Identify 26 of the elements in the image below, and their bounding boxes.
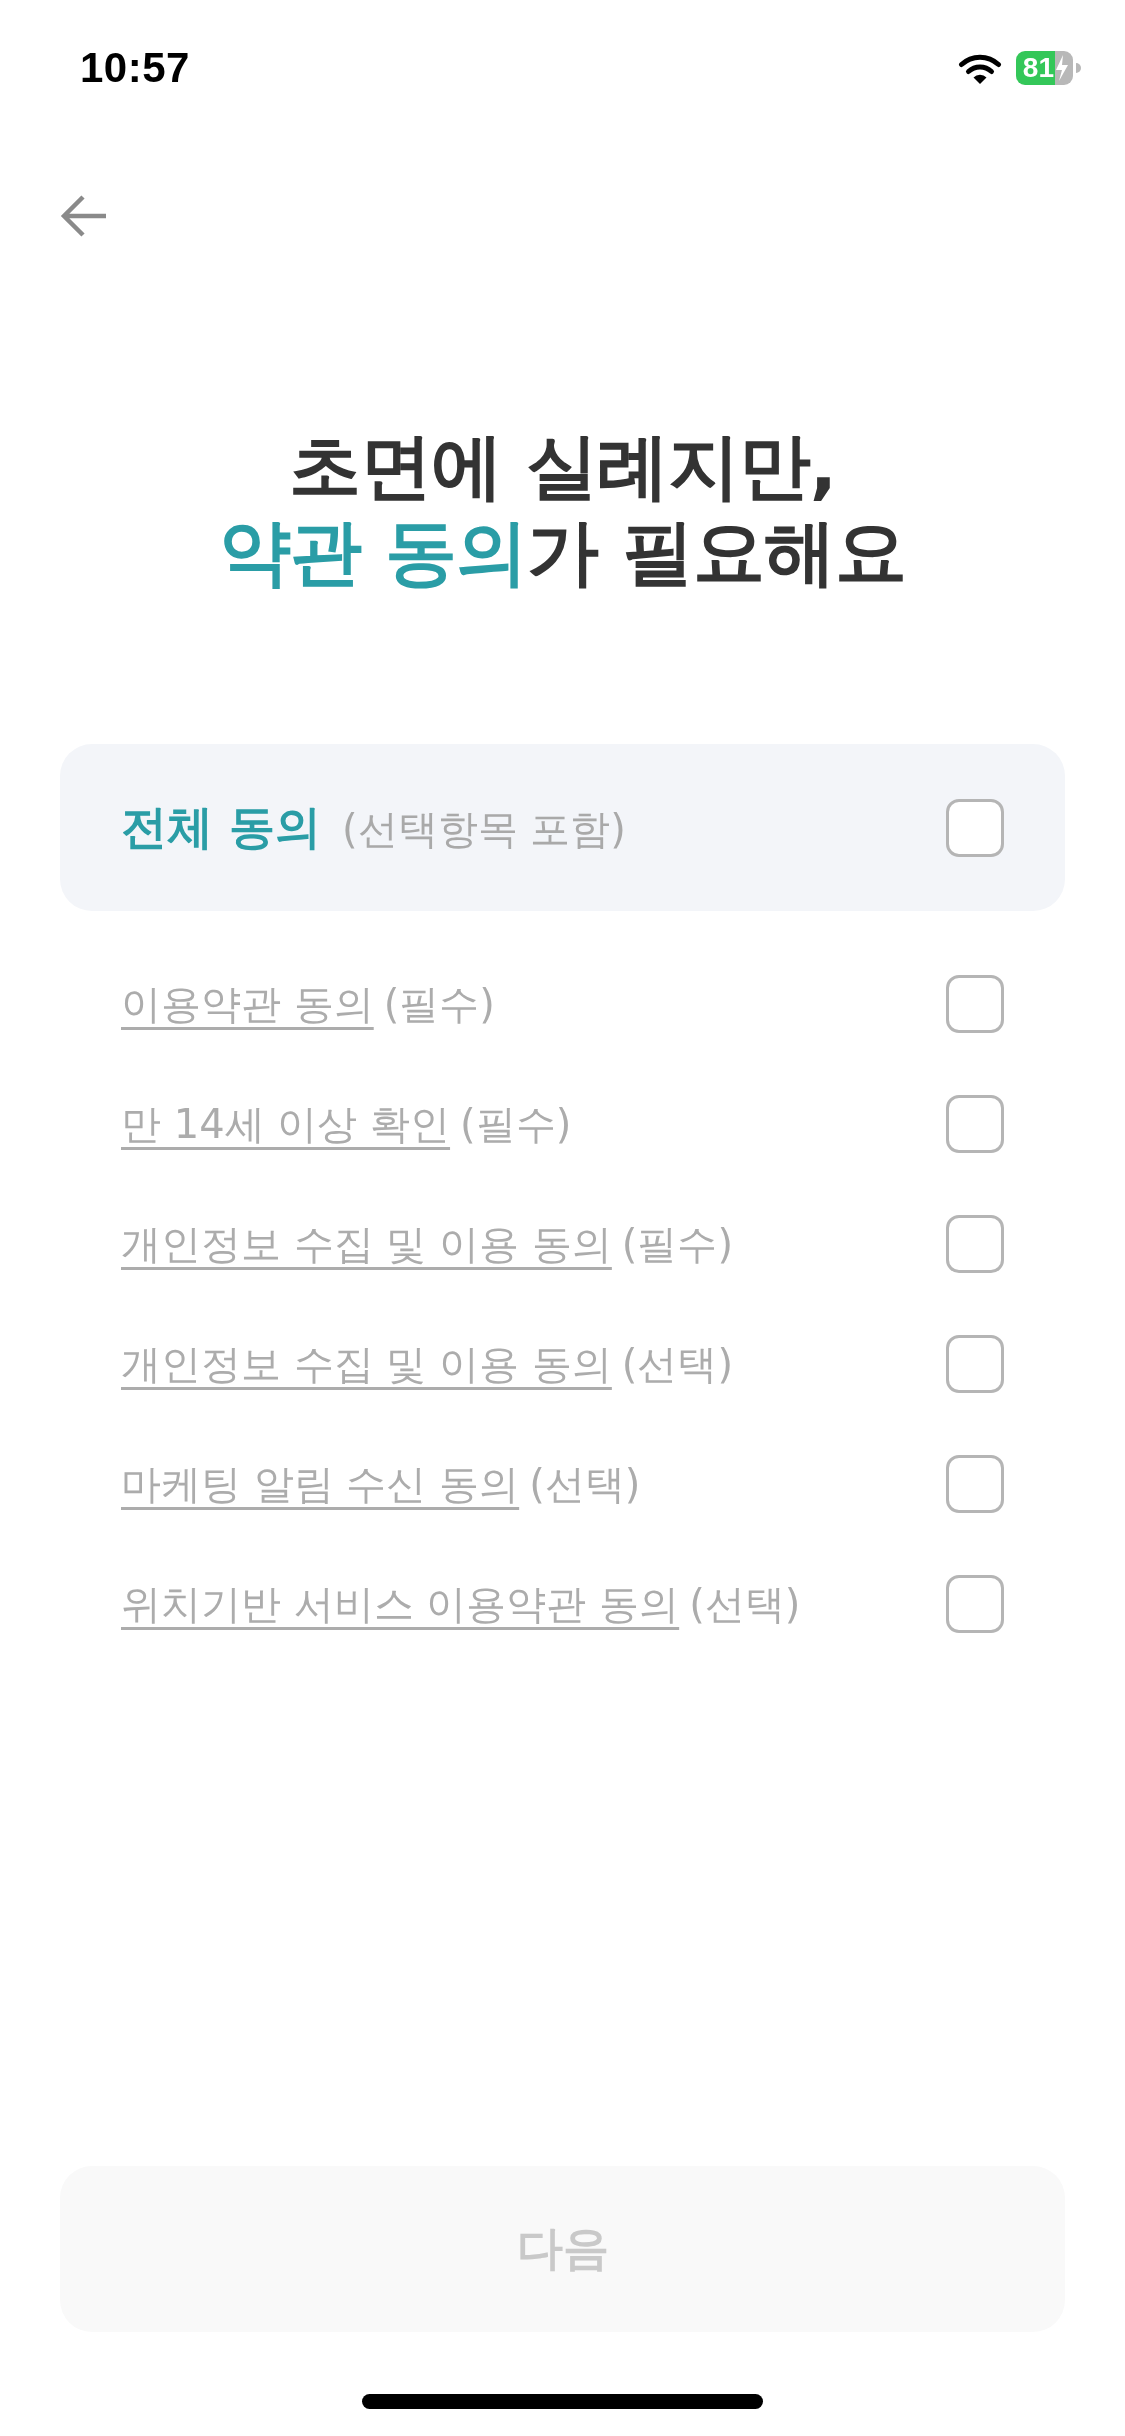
term-note: (필수) — [460, 1099, 572, 1149]
battery-percentage: 81 — [1015, 51, 1055, 85]
back-arrow-icon — [60, 194, 108, 238]
status-time: 10:57 — [80, 44, 190, 92]
checkbox[interactable] — [946, 975, 1004, 1033]
checkbox[interactable] — [946, 1215, 1004, 1273]
terms-link[interactable]: 개인정보 수집 및 이용 동의 — [121, 1216, 612, 1272]
term-note: (필수) — [383, 979, 495, 1029]
terms-link[interactable]: 개인정보 수집 및 이용 동의 — [121, 1336, 612, 1392]
term-note: (선택) — [689, 1579, 801, 1629]
checkbox[interactable] — [946, 798, 1004, 857]
terms-link[interactable]: 이용약관 동의 — [121, 976, 374, 1032]
terms-link[interactable]: 마케팅 알림 수신 동의 — [121, 1456, 520, 1512]
term-note: (선택) — [621, 1339, 734, 1389]
terms-link[interactable]: 위치기반 서비스 이용약관 동의 — [121, 1576, 680, 1632]
checkbox[interactable] — [946, 1095, 1004, 1153]
checkbox[interactable] — [946, 1575, 1004, 1633]
terms-link[interactable]: 만 14세 이상 확인 — [121, 1096, 451, 1152]
term-note: (필수) — [621, 1219, 734, 1269]
checkbox[interactable] — [946, 1335, 1004, 1393]
checkbox[interactable] — [946, 1455, 1004, 1513]
agree-all-label: 전체 동의 — [121, 798, 321, 856]
term-note: (선택) — [529, 1459, 641, 1509]
page-title: 초면에 실례지만, 약관 동의가 필요해요 — [217, 423, 908, 595]
battery-charging-icon — [1055, 51, 1081, 85]
agree-all-note: (선택항목 포함) — [342, 804, 626, 854]
